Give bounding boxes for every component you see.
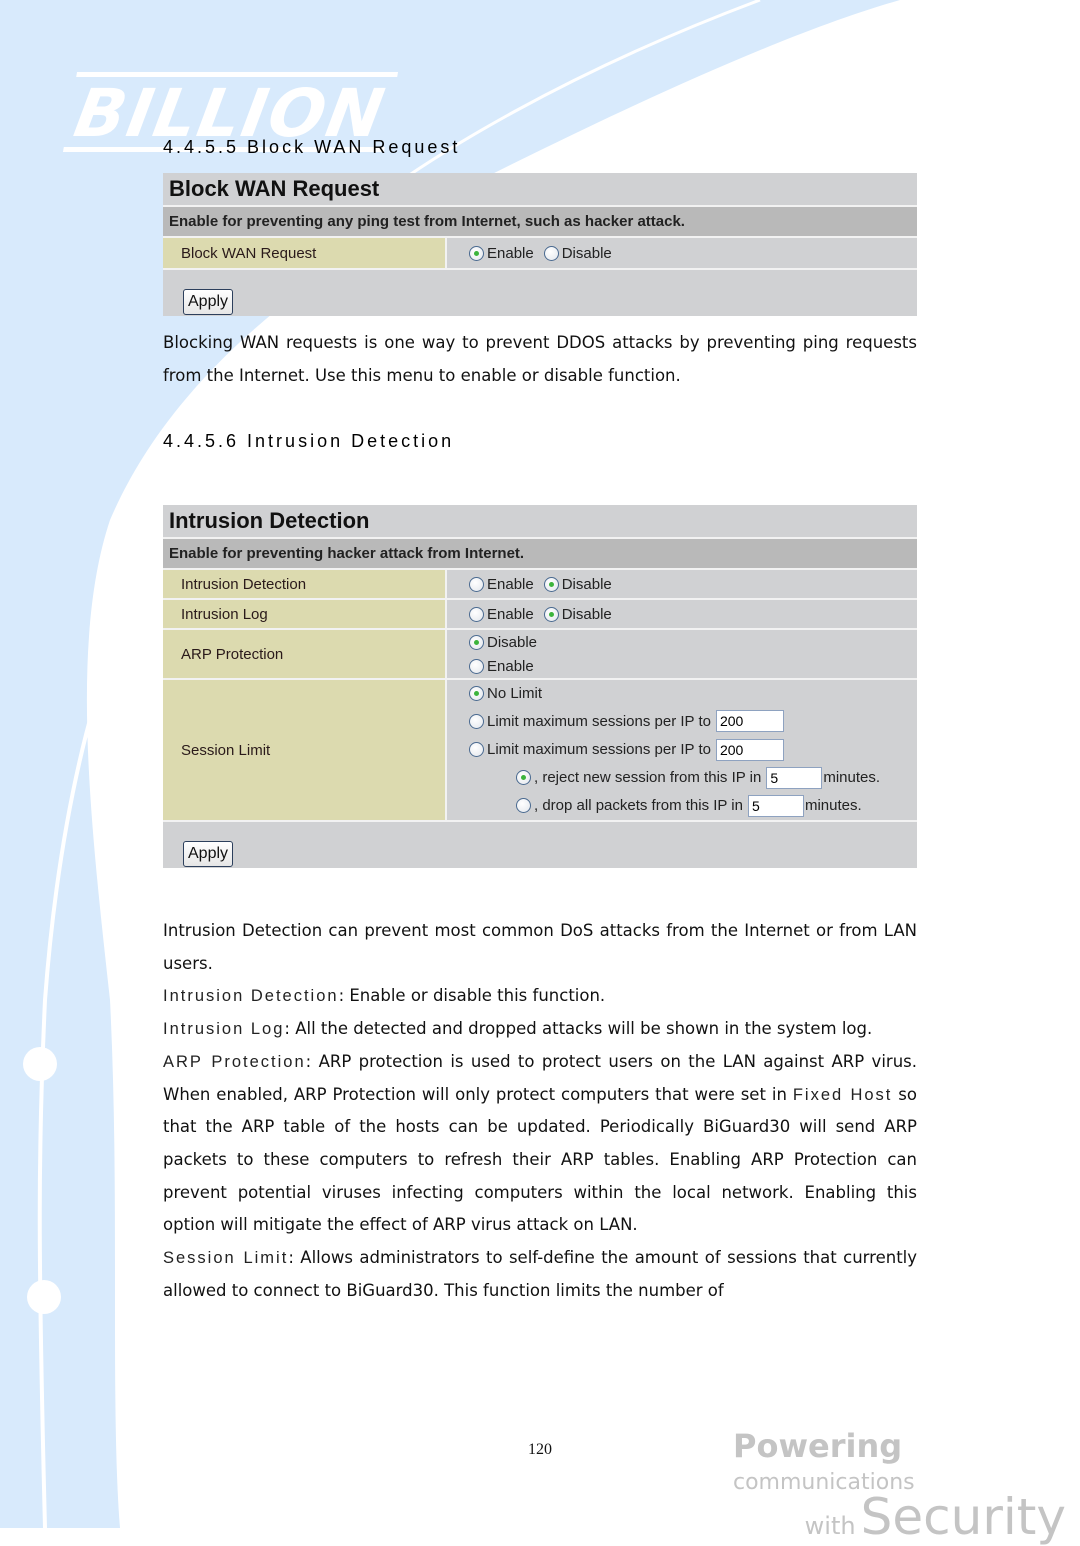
block-wan-panel: Block WAN Request Enable for preventing … (163, 173, 917, 316)
row-label: Intrusion Detection (163, 570, 447, 598)
definition-text-continued: so that the ARP table of the hosts can b… (163, 1084, 917, 1235)
reject-session-radio[interactable] (516, 770, 531, 786)
radio-label: Enable (487, 605, 534, 623)
row-label: ARP Protection (163, 630, 447, 678)
fixed-host-term: Fixed Host (792, 1085, 893, 1104)
radio-label: , reject new session from this IP in (534, 769, 762, 787)
intrusion-log-row: Intrusion Log Enable Disable (163, 600, 917, 630)
intrusion-log-disable-radio[interactable] (543, 606, 559, 622)
block-wan-row: Block WAN Request Enable Disable (163, 238, 917, 270)
definition-text: : All the detected and dropped attacks w… (284, 1019, 873, 1039)
block-wan-disable-radio[interactable] (543, 245, 559, 261)
row-label: Block WAN Request (163, 238, 447, 268)
radio-label: Disable (561, 575, 612, 593)
slogan-bold: Powering (733, 1427, 903, 1465)
radio-label: Limit maximum sessions per IP to (487, 712, 711, 730)
row-label: Session Limit (163, 680, 447, 820)
definition-intrusion-detection: Intrusion Detection: Enable or disable t… (163, 980, 917, 1013)
limit-sessions-radio-1[interactable] (469, 713, 484, 729)
slogan-security: Security (860, 1488, 1066, 1546)
drop-packets-radio[interactable] (516, 798, 531, 814)
intrusion-detection-panel: Intrusion Detection Enable for preventin… (163, 505, 917, 868)
drop-minutes-input[interactable] (747, 794, 804, 817)
panel-title: Intrusion Detection (163, 505, 917, 539)
term: Intrusion Log (163, 1020, 285, 1039)
limit-sessions-radio-2[interactable] (469, 742, 484, 758)
arp-protection-row: ARP Protection Disable Enable (163, 630, 917, 680)
radio-label: , drop all packets from this IP in (534, 797, 743, 815)
intrusion-detection-disable-radio[interactable] (543, 576, 559, 592)
arp-protection-enable-radio[interactable] (469, 658, 484, 674)
no-limit-radio[interactable] (469, 686, 484, 702)
apply-button[interactable]: Apply (183, 289, 234, 315)
radio-label: Disable (561, 244, 612, 262)
session-limit-row: Session Limit No Limit Limit maximum ses… (163, 680, 917, 822)
arp-protection-disable-radio[interactable] (469, 634, 484, 650)
intrusion-log-enable-radio[interactable] (469, 606, 484, 622)
max-sessions-input-2[interactable] (715, 738, 784, 761)
panel-subtitle: Enable for preventing hacker attack from… (163, 539, 917, 570)
intro-paragraph: Intrusion Detection can prevent most com… (163, 921, 917, 973)
radio-label: No Limit (487, 685, 543, 703)
definition-intrusion-log: Intrusion Log: All the detected and drop… (163, 1013, 917, 1046)
radio-label: Disable (487, 633, 538, 651)
section-heading-intrusion: 4.4.5.6 Intrusion Detection (163, 431, 455, 451)
max-sessions-input-1[interactable] (715, 710, 784, 733)
panel-title: Block WAN Request (163, 173, 917, 207)
radio-label: Enable (487, 575, 534, 593)
term: Session Limit (163, 1249, 289, 1268)
term: Intrusion Detection (163, 987, 339, 1006)
apply-button[interactable]: Apply (183, 841, 234, 867)
definition-text: : Enable or disable this function. (338, 986, 606, 1006)
row-label: Intrusion Log (163, 600, 447, 628)
block-wan-description: Blocking WAN requests is one way to prev… (163, 333, 917, 385)
reject-minutes-input[interactable] (766, 766, 823, 789)
panel-subtitle: Enable for preventing any ping test from… (163, 207, 917, 238)
intrusion-detection-row: Intrusion Detection Enable Disable (163, 570, 917, 600)
slogan-logo: Powering communications with Security (733, 1430, 1078, 1542)
radio-label: Enable (487, 244, 534, 262)
radio-label: Enable (487, 657, 534, 675)
definition-session-limit: Session Limit: Allows administrators to … (163, 1242, 917, 1307)
definition-arp-protection: ARP Protection: ARP protection is used t… (163, 1046, 917, 1242)
page-number: 120 (528, 1441, 552, 1458)
minutes-label: minutes. (804, 797, 862, 815)
intrusion-detection-enable-radio[interactable] (469, 576, 484, 592)
radio-label: Limit maximum sessions per IP to (487, 741, 711, 759)
slogan-with: with (804, 1512, 856, 1540)
radio-label: Disable (561, 605, 612, 623)
intrusion-description: Intrusion Detection can prevent most com… (163, 915, 917, 1307)
block-wan-enable-radio[interactable] (469, 245, 484, 261)
minutes-label: minutes. (823, 769, 881, 787)
term: ARP Protection (163, 1052, 306, 1071)
section-heading-block-wan: 4.4.5.5 Block WAN Request (163, 137, 461, 157)
